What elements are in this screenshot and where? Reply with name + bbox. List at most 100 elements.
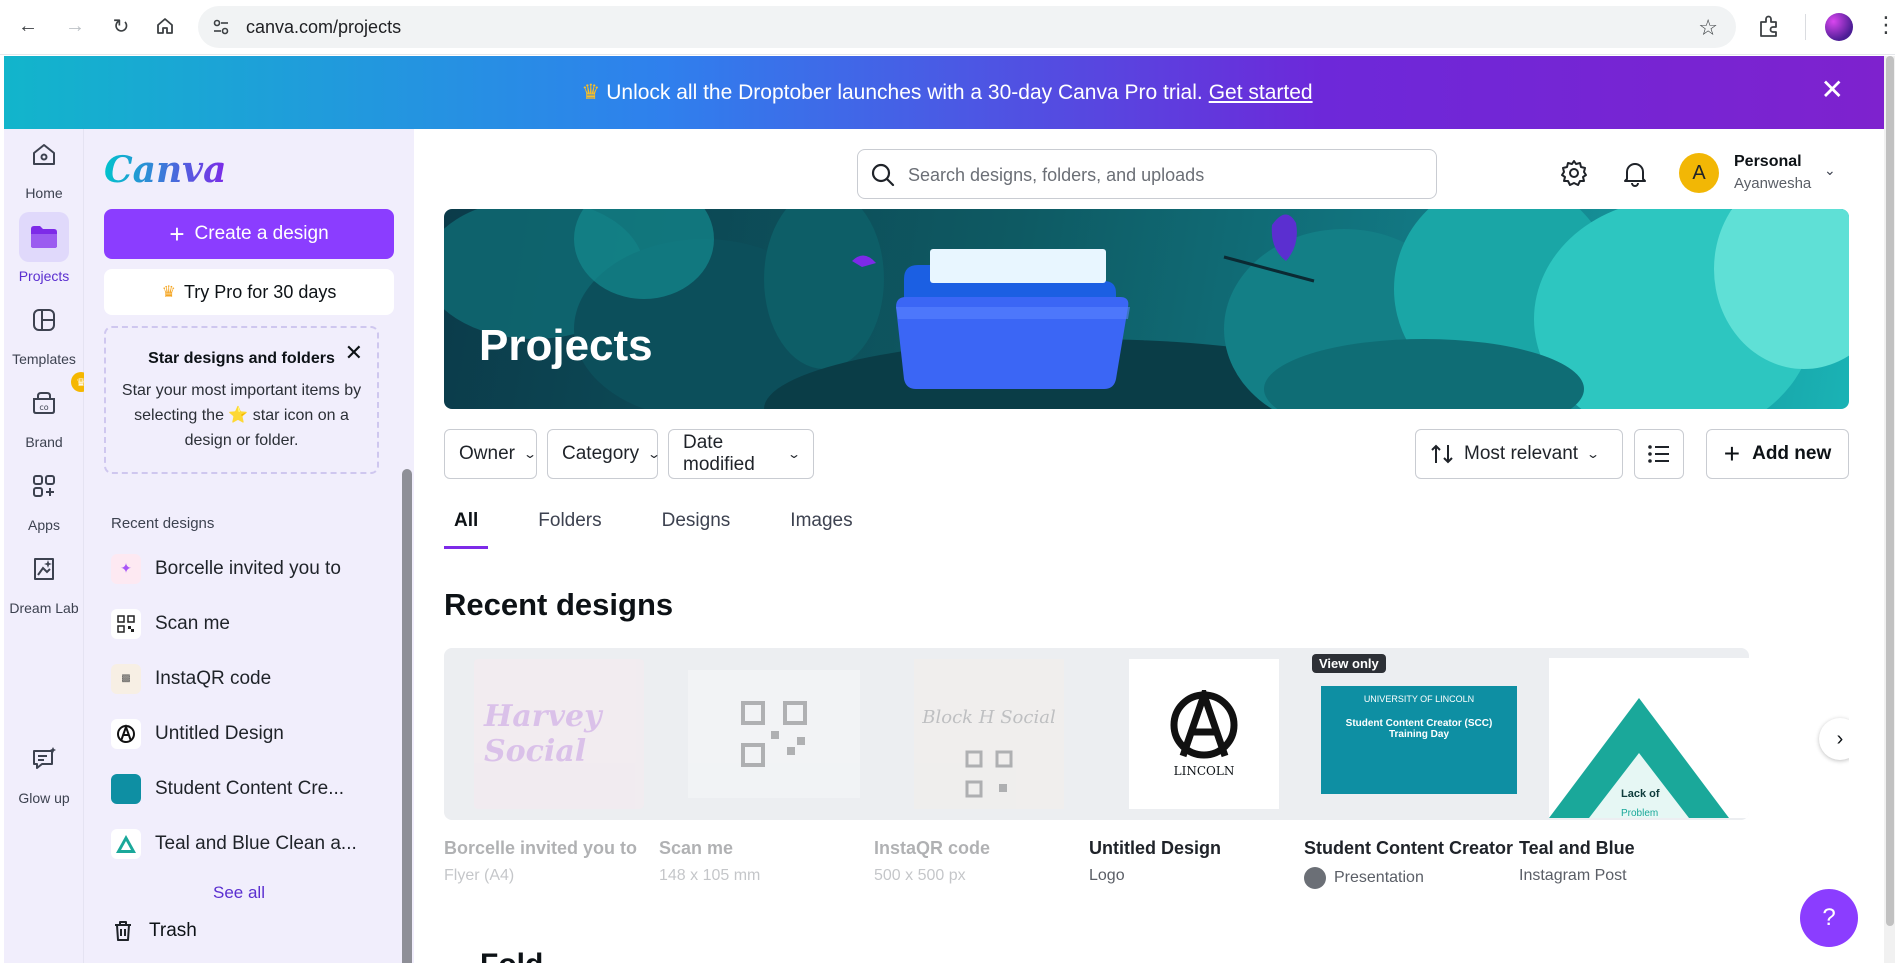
dream-lab-icon	[19, 544, 69, 594]
folders-section-title: Fold	[480, 950, 590, 963]
post-preview: Lack of Problem	[1549, 658, 1749, 819]
recent-item[interactable]: Student Content Cre...	[111, 761, 381, 816]
design-card[interactable]: LINCOLN Untitled Design Logo	[1089, 648, 1319, 885]
sidebar-scrollbar[interactable]	[402, 469, 412, 963]
owner-filter[interactable]: Owner ⌄	[444, 429, 537, 479]
design-card[interactable]: Scan me 148 x 105 mm	[659, 648, 889, 885]
design-card-name: Borcelle invited you to	[444, 838, 638, 858]
promo-close-icon[interactable]: ✕	[1821, 76, 1844, 104]
view-only-badge: View only	[1312, 654, 1386, 673]
design-card-thumbnail	[659, 648, 889, 820]
bookmark-star-icon[interactable]: ☆	[1698, 15, 1718, 41]
create-design-button[interactable]: + Create a design	[104, 209, 394, 259]
presentation-thumb	[111, 773, 141, 804]
design-card[interactable]: Harvey Social Borcelle invited you to Fl…	[444, 648, 674, 885]
social-preview-text: Block H Social	[922, 707, 1056, 728]
recent-item[interactable]: ▩ InstaQR code	[111, 651, 381, 706]
notifications-bell-icon[interactable]	[1620, 158, 1650, 188]
design-card[interactable]: Lack of Problem Teal and Blue Instagram …	[1519, 648, 1749, 885]
recent-item-label: InstaQR code	[155, 667, 272, 689]
recent-item[interactable]: Teal and Blue Clean a...	[111, 816, 381, 871]
extensions-icon[interactable]	[1756, 14, 1782, 40]
design-card-thumbnail: Block H Social	[874, 648, 1104, 820]
brand-icon: co ♛	[19, 372, 91, 428]
qr-code-icon	[965, 750, 1013, 798]
try-pro-label: Try Pro for 30 days	[183, 281, 337, 302]
flyer-preview-text: Harvey Social	[484, 699, 602, 769]
see-all-link[interactable]: See all	[84, 883, 394, 903]
svg-text:co: co	[39, 403, 48, 412]
design-card-type-label: Presentation	[1334, 869, 1424, 886]
chevron-down-icon: ⌄	[786, 447, 802, 461]
tab-images[interactable]: Images	[780, 510, 862, 549]
design-card-type-label: Instagram Post	[1519, 867, 1627, 884]
recent-item[interactable]: ✦ Borcelle invited you to	[111, 541, 381, 596]
recent-designs-heading: Recent designs	[111, 515, 215, 532]
tip-close-icon[interactable]: ✕	[345, 342, 363, 364]
sort-dropdown[interactable]: Most relevant ⌄	[1415, 429, 1623, 479]
rail-item-dream-lab[interactable]: Dream Lab	[4, 544, 84, 616]
tip-title: Star designs and folders	[148, 350, 335, 367]
carousel-next-button[interactable]: ›	[1819, 718, 1849, 760]
chevron-down-icon: ⌄	[647, 447, 662, 461]
recent-item[interactable]: Scan me	[111, 596, 381, 651]
search-input[interactable]: Search designs, folders, and uploads	[857, 149, 1437, 199]
star-emoji-icon: ⭐	[228, 407, 249, 424]
canva-logo[interactable]: Canva	[104, 149, 226, 191]
social-preview: Block H Social	[914, 659, 1064, 809]
rail-label-dream-lab: Dream Lab	[9, 600, 79, 616]
rail-item-home[interactable]: Home	[4, 129, 84, 201]
forward-icon[interactable]: →	[61, 12, 89, 40]
design-card[interactable]: Block H Social InstaQR code 500 x 500 px	[874, 648, 1104, 885]
rail-label-home: Home	[25, 185, 63, 201]
design-card-type: 148 x 105 mm	[659, 867, 889, 885]
tab-all[interactable]: All	[444, 510, 489, 549]
design-card[interactable]: UNIVERSITY OF LINCOLN Student Content Cr…	[1304, 648, 1534, 889]
design-card-type: Flyer (A4)	[444, 867, 674, 885]
account-type[interactable]: Personal	[1734, 153, 1802, 171]
chevron-down-icon[interactable]: ⌄	[1824, 162, 1836, 179]
left-rail: Home Projects Templates co ♛ Brand Apps …	[4, 129, 91, 963]
design-card-type: Instagram Post	[1519, 867, 1749, 885]
settings-gear-icon[interactable]	[1559, 158, 1589, 188]
back-icon[interactable]: ←	[14, 12, 42, 40]
list-view-toggle[interactable]	[1634, 429, 1684, 479]
trash-link[interactable]: Trash	[111, 919, 197, 943]
tab-designs[interactable]: Designs	[652, 510, 741, 549]
page-scrollbar-thumb[interactable]	[1886, 56, 1894, 926]
account-name[interactable]: Ayanwesha	[1734, 175, 1811, 192]
help-button[interactable]: ?	[1800, 889, 1858, 947]
sort-label: Most relevant	[1464, 443, 1579, 464]
qr-code-icon	[741, 701, 807, 767]
design-card-type: 500 x 500 px	[874, 867, 1104, 885]
tab-folders[interactable]: Folders	[528, 510, 611, 549]
browser-menu-icon[interactable]: ⋮	[1875, 12, 1895, 38]
browser-profile-avatar[interactable]	[1825, 13, 1853, 41]
promo-get-started-link[interactable]: Get started	[1209, 81, 1313, 104]
site-settings-icon[interactable]	[212, 18, 230, 36]
home-browser-icon[interactable]	[151, 12, 179, 40]
design-card-type-label: 500 x 500 px	[874, 867, 966, 884]
presentation-preview-header: UNIVERSITY OF LINCOLN	[1363, 694, 1475, 704]
category-filter[interactable]: Category ⌄	[547, 429, 662, 479]
design-card-thumbnail: Lack of Problem	[1519, 648, 1749, 820]
projects-hero-banner: Projects	[444, 209, 1849, 409]
list-view-icon	[1648, 445, 1669, 463]
rail-item-templates[interactable]: Templates	[4, 295, 84, 367]
address-bar[interactable]: canva.com/projects ☆	[198, 6, 1736, 48]
rail-item-apps[interactable]: Apps	[4, 461, 84, 533]
recent-designs-title: Recent designs	[444, 587, 674, 622]
rail-label-apps: Apps	[28, 517, 60, 533]
recent-item[interactable]: Untitled Design	[111, 706, 381, 761]
reload-icon[interactable]: ↻	[107, 12, 135, 40]
rail-item-projects[interactable]: Projects	[4, 212, 84, 284]
try-pro-button[interactable]: ♛ Try Pro for 30 days	[104, 269, 394, 315]
user-avatar[interactable]: A	[1679, 153, 1719, 193]
rail-item-glow-up[interactable]: Glow up	[4, 734, 84, 806]
rail-item-brand[interactable]: co ♛ Brand	[4, 372, 91, 450]
date-filter-label: Date modified	[683, 432, 755, 475]
add-new-button[interactable]: + Add new	[1706, 429, 1849, 479]
tip-body: Star your most important items by select…	[116, 378, 367, 453]
date-modified-filter[interactable]: Date modified ⌄	[668, 429, 814, 479]
design-card-name: Student Content Creator	[1304, 838, 1513, 858]
